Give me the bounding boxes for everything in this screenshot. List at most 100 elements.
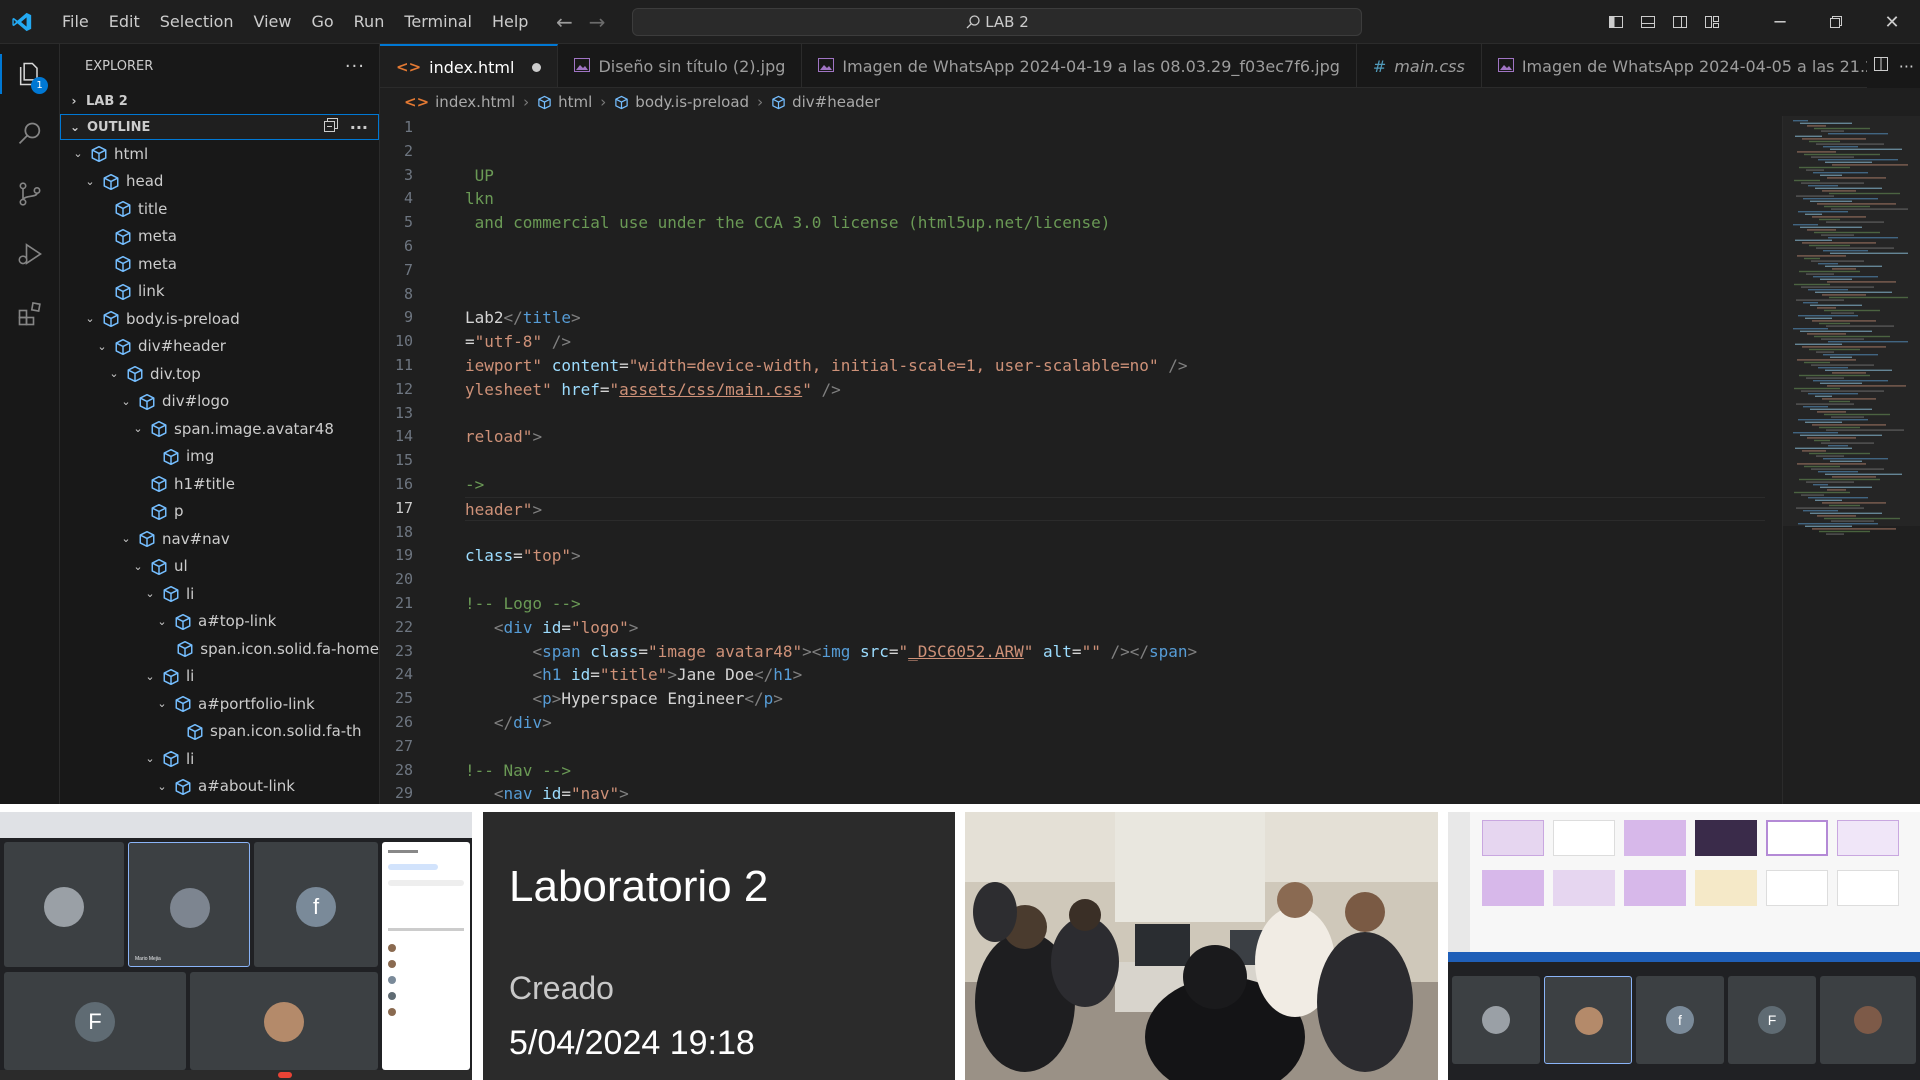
outline-item[interactable]: link — [60, 278, 379, 306]
code-line[interactable]: reload"> — [465, 425, 1765, 449]
more-actions-icon[interactable]: ··· — [345, 56, 365, 77]
minimap-slider[interactable] — [1783, 116, 1920, 526]
minimize-button[interactable]: ─ — [1752, 0, 1808, 44]
code-line[interactable] — [465, 521, 1765, 545]
code-line[interactable]: !-- Nav --> — [465, 759, 1765, 783]
code-line[interactable] — [465, 449, 1765, 473]
code-line[interactable] — [465, 402, 1765, 426]
chevron-down-icon[interactable]: ⌄ — [70, 147, 86, 160]
source-control-icon[interactable] — [0, 164, 60, 224]
menu-file[interactable]: File — [52, 0, 99, 44]
outline-item[interactable]: ⌄ div#logo — [60, 388, 379, 416]
editor-tab[interactable]: # main.css — [1357, 44, 1482, 87]
code-line[interactable]: class="top"> — [465, 544, 1765, 568]
code-line[interactable]: <nav id="nav"> — [465, 782, 1765, 804]
search-icon[interactable] — [0, 104, 60, 164]
code-line[interactable] — [465, 568, 1765, 592]
outline-item[interactable]: ⌄ div.top — [60, 360, 379, 388]
menu-view[interactable]: View — [244, 0, 302, 44]
editor-tab[interactable]: <> index.html — [380, 44, 559, 87]
code-line[interactable]: Lab2</title> — [465, 306, 1765, 330]
breadcrumb-item[interactable]: div#header — [792, 93, 880, 111]
code-line[interactable]: lkn — [465, 187, 1765, 211]
code-line[interactable]: <h1 id="title">Jane Doe</h1> — [465, 663, 1765, 687]
chevron-down-icon[interactable]: ⌄ — [130, 560, 146, 573]
editor-tab[interactable]: Diseño sin título (2).jpg — [558, 44, 803, 87]
outline-item[interactable]: ⌄ nav#nav — [60, 525, 379, 553]
chevron-down-icon[interactable]: ⌄ — [142, 587, 158, 600]
outline-item[interactable]: meta — [60, 223, 379, 251]
code-line[interactable]: and commercial use under the CCA 3.0 lic… — [465, 211, 1765, 235]
outline-item[interactable]: title — [60, 195, 379, 223]
code-line[interactable]: header"> — [465, 496, 1765, 521]
unsaved-dot-icon[interactable] — [532, 62, 542, 72]
code-line[interactable]: -> — [465, 473, 1765, 497]
code-line[interactable]: UP — [465, 164, 1765, 188]
breadcrumb-item[interactable]: index.html — [435, 93, 515, 111]
folder-section-header[interactable]: › LAB 2 — [60, 88, 379, 114]
outline-item[interactable]: ⌄ ul — [60, 553, 379, 581]
command-center[interactable]: LAB 2 — [632, 8, 1362, 36]
code-line[interactable]: iewport" content="width=device-width, in… — [465, 354, 1765, 378]
menu-edit[interactable]: Edit — [99, 0, 150, 44]
code-line[interactable]: !-- Logo --> — [465, 592, 1765, 616]
chevron-down-icon[interactable]: ⌄ — [82, 312, 98, 325]
run-debug-icon[interactable] — [0, 224, 60, 284]
explorer-icon[interactable]: 1 — [0, 44, 60, 104]
chevron-down-icon[interactable]: ⌄ — [118, 532, 134, 545]
outline-item[interactable]: ⌄ span.image.avatar48 — [60, 415, 379, 443]
outline-item[interactable]: span.icon.solid.fa-home — [60, 635, 379, 663]
outline-item[interactable]: ⌄ body.is-preload — [60, 305, 379, 333]
collapse-all-icon[interactable] — [323, 118, 338, 136]
menu-run[interactable]: Run — [344, 0, 395, 44]
split-editor-icon[interactable] — [1873, 56, 1889, 76]
chevron-down-icon[interactable]: ⌄ — [142, 670, 158, 683]
outline-item[interactable]: ⌄ a#about-link — [60, 773, 379, 801]
outline-item[interactable]: ⌄ html — [60, 140, 379, 168]
outline-item[interactable]: ⌄ li — [60, 745, 379, 773]
customize-layout-icon[interactable] — [1696, 0, 1728, 44]
chevron-down-icon[interactable]: ⌄ — [106, 367, 122, 380]
menu-help[interactable]: Help — [482, 0, 538, 44]
code-line[interactable]: ="utf-8" /> — [465, 330, 1765, 354]
chevron-down-icon[interactable]: ⌄ — [154, 615, 170, 628]
outline-item[interactable]: ⌄ a#top-link — [60, 608, 379, 636]
code-line[interactable]: </div> — [465, 711, 1765, 735]
menu-selection[interactable]: Selection — [150, 0, 244, 44]
menu-go[interactable]: Go — [301, 0, 343, 44]
menu-terminal[interactable]: Terminal — [394, 0, 482, 44]
extensions-icon[interactable] — [0, 284, 60, 344]
code-line[interactable] — [465, 116, 1765, 140]
chevron-down-icon[interactable]: ⌄ — [154, 780, 170, 793]
chevron-down-icon[interactable]: ⌄ — [118, 395, 134, 408]
code-line[interactable] — [465, 235, 1765, 259]
code-line[interactable]: <span class="image avatar48"><img src="_… — [465, 640, 1765, 664]
editor-more-icon[interactable]: ··· — [1899, 57, 1914, 76]
code-lines[interactable]: UP lkn and commercial use under the CCA 3… — [465, 116, 1765, 804]
toggle-secondary-sidebar-icon[interactable] — [1664, 0, 1696, 44]
breadcrumb-item[interactable]: body.is-preload — [635, 93, 749, 111]
outline-item[interactable]: ⌄ a#portfolio-link — [60, 690, 379, 718]
code-line[interactable]: ylesheet" href="assets/css/main.css" /> — [465, 378, 1765, 402]
outline-section-header[interactable]: ⌄ OUTLINE ··· — [60, 114, 379, 140]
code-line[interactable] — [465, 735, 1765, 759]
chevron-down-icon[interactable]: ⌄ — [130, 422, 146, 435]
chevron-down-icon[interactable]: ⌄ — [142, 752, 158, 765]
close-window-button[interactable]: ✕ — [1864, 0, 1920, 44]
outline-item[interactable]: img — [60, 443, 379, 471]
outline-item[interactable]: ⌄ div#header — [60, 333, 379, 361]
code-editor[interactable]: 1 2 3 4 5 6 7 8 9 10 11 12 13 14 15 16 17 18 19 20 21 22 23 24 2… — [380, 116, 1920, 804]
code-line[interactable]: <p>Hyperspace Engineer</p> — [465, 687, 1765, 711]
outline-item[interactable]: p — [60, 498, 379, 526]
toggle-panel-icon[interactable] — [1632, 0, 1664, 44]
outline-item[interactable]: h1#title — [60, 470, 379, 498]
code-line[interactable]: <div id="logo"> — [465, 616, 1765, 640]
chevron-down-icon[interactable]: ⌄ — [154, 697, 170, 710]
toggle-primary-sidebar-icon[interactable] — [1600, 0, 1632, 44]
code-line[interactable] — [465, 140, 1765, 164]
code-line[interactable] — [465, 283, 1765, 307]
maximize-button[interactable] — [1808, 0, 1864, 44]
code-line[interactable] — [465, 259, 1765, 283]
outline-item[interactable]: meta — [60, 250, 379, 278]
minimap[interactable] — [1782, 116, 1920, 804]
